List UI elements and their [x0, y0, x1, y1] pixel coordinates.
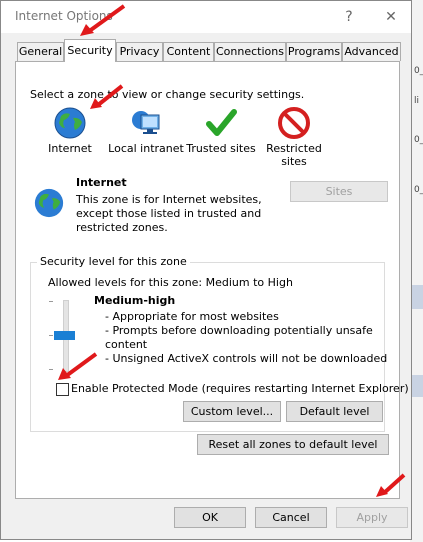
tab-advanced[interactable]: Advanced	[342, 42, 401, 61]
zone-label: Local intranet	[108, 142, 184, 155]
zone-label: Trusted sites	[186, 142, 256, 155]
annotation-arrow-icon	[80, 4, 126, 36]
tab-general[interactable]: General	[17, 42, 64, 61]
level-point: - Prompts before downloading potentially…	[105, 324, 373, 337]
title-bar: Internet Options ? ✕	[1, 1, 411, 33]
tab-privacy[interactable]: Privacy	[116, 42, 163, 61]
protected-mode-label[interactable]: Enable Protected Mode (requires restarti…	[71, 382, 409, 395]
selected-zone-name: Internet	[76, 176, 127, 189]
internet-options-dialog: Internet Options ? ✕ General Security Pr…	[0, 0, 412, 540]
background-highlight	[412, 285, 423, 309]
security-panel: Select a zone to view or change security…	[15, 61, 409, 499]
checkmark-icon	[206, 109, 237, 136]
background-text: 0_	[414, 66, 423, 76]
close-button[interactable]: ✕	[380, 6, 402, 28]
annotation-arrow-icon	[58, 352, 98, 380]
globe-icon	[34, 188, 64, 218]
level-point: - Unsigned ActiveX controls will not be …	[105, 352, 388, 365]
zone-description-line: This zone is for Internet websites,	[76, 193, 262, 206]
annotation-arrow-icon	[90, 84, 124, 109]
zone-label: Internet	[48, 142, 92, 155]
network-monitor-icon	[132, 111, 160, 134]
sites-button[interactable]: Sites	[290, 181, 388, 202]
zone-description-line: restricted zones.	[76, 221, 168, 234]
no-entry-icon	[278, 107, 310, 139]
zone-internet[interactable]: Internet	[30, 106, 110, 166]
globe-icon	[54, 107, 86, 139]
zone-description-line: except those listed in trusted and	[76, 207, 262, 220]
zone-restricted-sites[interactable]: Restricted sites	[260, 106, 328, 168]
tab-connections[interactable]: Connections	[214, 42, 286, 61]
zone-local-intranet[interactable]: Local intranet	[108, 106, 184, 166]
protected-mode-checkbox[interactable]	[56, 383, 69, 396]
tab-programs[interactable]: Programs	[286, 42, 342, 61]
background-text: 0_	[414, 135, 423, 145]
apply-button[interactable]: Apply	[336, 507, 408, 528]
default-level-button[interactable]: Default level	[286, 401, 383, 422]
custom-level-button[interactable]: Custom level...	[183, 401, 281, 422]
tab-content[interactable]: Content	[163, 42, 214, 61]
ok-button[interactable]: OK	[174, 507, 246, 528]
background-text: li	[414, 96, 420, 106]
slider-tick	[49, 301, 53, 302]
zone-trusted-sites[interactable]: Trusted sites	[184, 106, 258, 166]
help-button[interactable]: ?	[338, 6, 360, 28]
level-point: - Appropriate for most websites	[105, 310, 279, 323]
slider-tick	[49, 369, 53, 370]
level-name: Medium-high	[94, 294, 176, 307]
annotation-arrow-icon	[376, 473, 406, 497]
slider-thumb[interactable]	[54, 331, 75, 340]
tab-security[interactable]: Security	[64, 39, 116, 62]
background-highlight	[412, 375, 423, 397]
zone-instruction: Select a zone to view or change security…	[30, 88, 305, 101]
background-text: 0_	[414, 185, 423, 195]
zone-label: Restricted sites	[266, 142, 322, 168]
slider-tick	[49, 335, 53, 336]
level-point: content	[105, 338, 148, 351]
cancel-button[interactable]: Cancel	[255, 507, 327, 528]
reset-all-zones-button[interactable]: Reset all zones to default level	[197, 434, 389, 455]
